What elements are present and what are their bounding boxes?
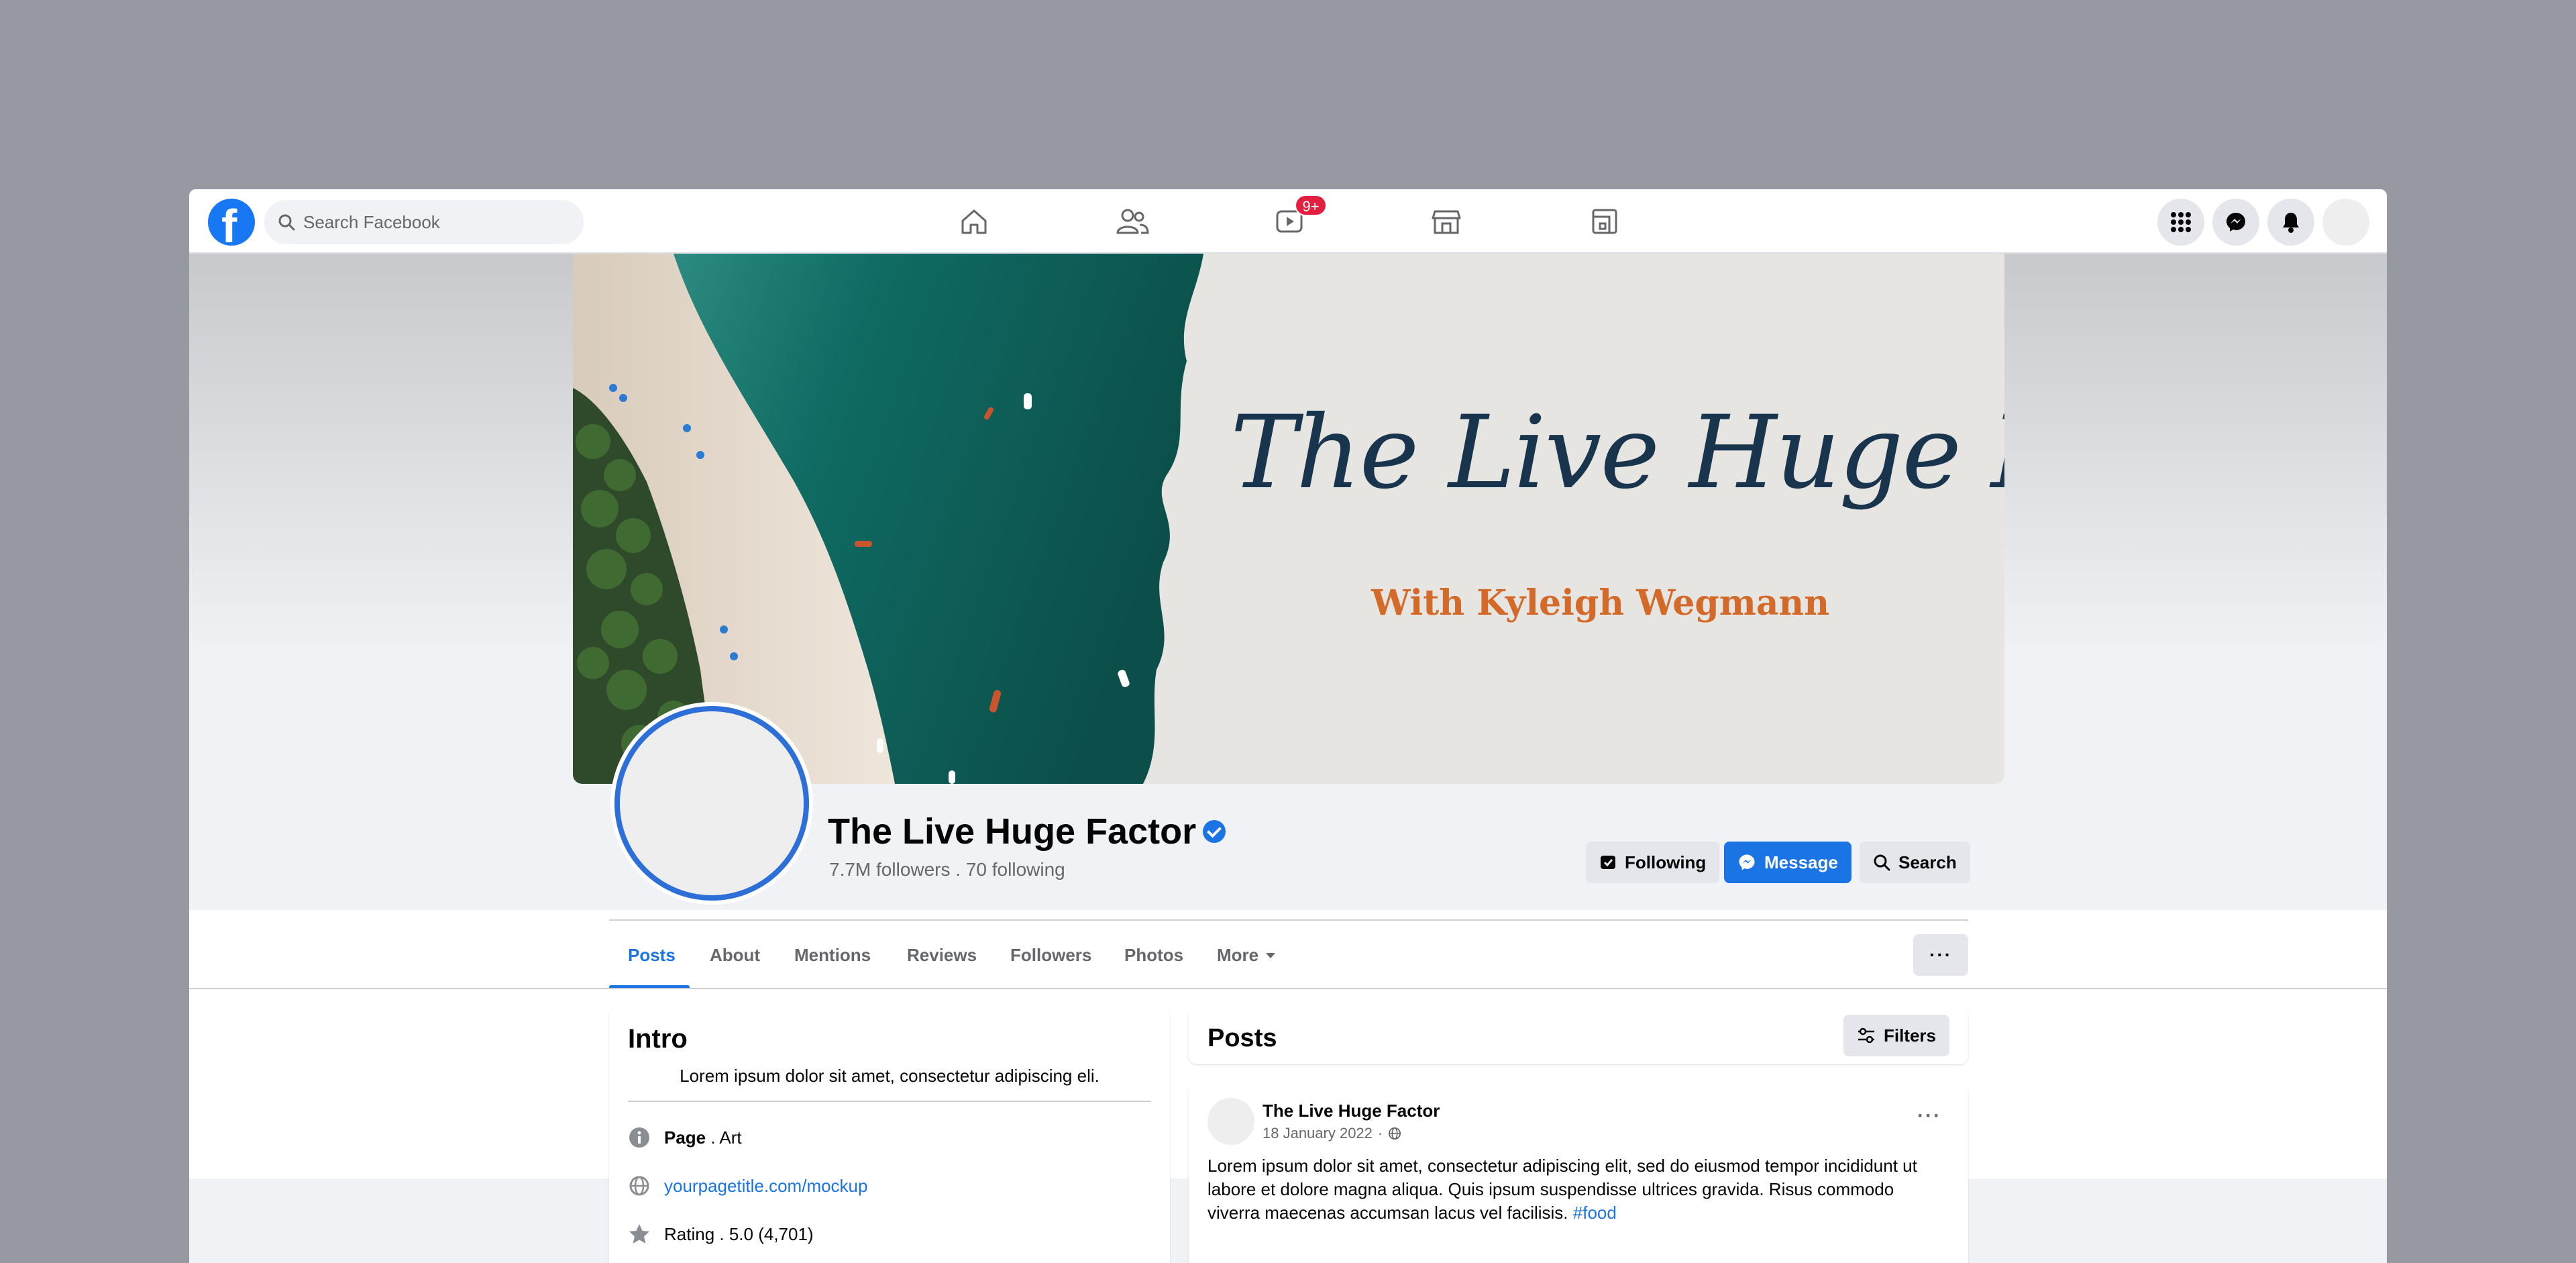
page-category: . Art bbox=[706, 1127, 742, 1148]
filters-icon bbox=[1858, 1027, 1874, 1044]
notifications-icon[interactable] bbox=[2267, 199, 2314, 246]
post-date[interactable]: 18 January 2022 bbox=[1263, 1125, 1373, 1142]
tab-more-label: More bbox=[1217, 945, 1259, 965]
verified-badge-icon bbox=[1203, 820, 1226, 843]
more-options-button[interactable]: ··· bbox=[1913, 934, 1968, 976]
tab-photos[interactable]: Photos bbox=[1124, 945, 1183, 966]
page-name-text: The Live Huge Factor bbox=[828, 811, 1197, 852]
filters-button[interactable]: Filters bbox=[1843, 1015, 1949, 1056]
following-check-icon bbox=[1601, 856, 1615, 869]
message-button[interactable]: Message bbox=[1724, 842, 1851, 883]
watch-notification-badge: 9+ bbox=[1295, 195, 1327, 216]
cover-title: The Live Huge Factor bbox=[1230, 395, 2004, 511]
top-navigation-bar: f 9+ bbox=[189, 189, 2387, 254]
public-globe-icon bbox=[1389, 1127, 1401, 1140]
following-button[interactable]: Following bbox=[1586, 842, 1720, 883]
page-search-button[interactable]: Search bbox=[1860, 842, 1970, 883]
rating-row: Rating . 5.0 (4,701) bbox=[628, 1223, 814, 1246]
search-box[interactable] bbox=[264, 200, 584, 244]
page-category-row: Page . Art bbox=[628, 1126, 742, 1149]
cover-subtitle: With Kyleigh Wegmann bbox=[1371, 583, 1830, 623]
posts-title: Posts bbox=[1208, 1024, 1277, 1052]
search-icon bbox=[278, 214, 295, 231]
beach-aerial-image bbox=[573, 254, 2004, 784]
post-author-avatar[interactable] bbox=[1208, 1098, 1254, 1145]
post-text: Lorem ipsum dolor sit amet, consectetur … bbox=[1208, 1156, 1917, 1223]
post-body: Lorem ipsum dolor sit amet, consectetur … bbox=[1208, 1154, 1945, 1225]
intro-divider bbox=[628, 1101, 1151, 1102]
search-icon bbox=[1874, 854, 1890, 871]
tab-about[interactable]: About bbox=[710, 945, 760, 966]
tab-more[interactable]: More bbox=[1217, 945, 1276, 966]
website-link[interactable]: yourpagetitle.com/mockup bbox=[664, 1176, 867, 1197]
intro-title: Intro bbox=[628, 1024, 688, 1054]
header-bottom-border bbox=[189, 988, 2387, 989]
post-author[interactable]: The Live Huge Factor bbox=[1263, 1101, 1440, 1121]
star-icon bbox=[628, 1223, 651, 1246]
tab-followers[interactable]: Followers bbox=[1010, 945, 1091, 966]
header-divider bbox=[609, 919, 1968, 921]
facebook-logo-icon[interactable]: f bbox=[208, 199, 255, 246]
posts-header-card: Posts Filters bbox=[1189, 1008, 1968, 1064]
tab-posts[interactable]: Posts bbox=[628, 945, 676, 966]
filters-label: Filters bbox=[1883, 1025, 1936, 1046]
info-icon bbox=[628, 1126, 651, 1149]
follower-stats: 7.7M followers . 70 following bbox=[829, 859, 1065, 880]
website-row: yourpagetitle.com/mockup bbox=[628, 1174, 867, 1197]
gaming-icon[interactable] bbox=[1586, 203, 1623, 240]
page-name: The Live Huge Factor bbox=[828, 811, 1226, 852]
post-date-separator: · bbox=[1377, 1125, 1383, 1142]
intro-card: Intro Lorem ipsum dolor sit amet, consec… bbox=[609, 1008, 1170, 1263]
search-label: Search bbox=[1898, 852, 1957, 872]
rating-text: Rating . 5.0 (4,701) bbox=[664, 1223, 814, 1244]
account-avatar[interactable] bbox=[2322, 199, 2369, 246]
cover-photo[interactable]: The Live Huge Factor With Kyleigh Wegman… bbox=[573, 254, 2004, 784]
menu-grid-icon[interactable] bbox=[2157, 199, 2204, 246]
messenger-icon[interactable] bbox=[2212, 199, 2259, 246]
post-hashtag[interactable]: #food bbox=[1573, 1203, 1617, 1223]
following-label: Following bbox=[1625, 852, 1707, 872]
tab-mentions[interactable]: Mentions bbox=[794, 945, 871, 966]
tab-reviews[interactable]: Reviews bbox=[907, 945, 977, 966]
facebook-window: f 9+ bbox=[189, 189, 2387, 1263]
friends-icon[interactable] bbox=[1114, 203, 1151, 240]
intro-bio: Lorem ipsum dolor sit amet, consectetur … bbox=[680, 1066, 1099, 1086]
home-icon[interactable] bbox=[955, 203, 993, 240]
messenger-icon bbox=[1739, 854, 1755, 870]
marketplace-icon[interactable] bbox=[1428, 203, 1465, 240]
post-options-button[interactable]: ··· bbox=[1917, 1105, 1941, 1127]
caret-down-icon bbox=[1266, 952, 1276, 958]
page-label: Page bbox=[664, 1127, 706, 1148]
profile-avatar[interactable] bbox=[614, 706, 809, 901]
message-label: Message bbox=[1764, 852, 1838, 872]
globe-icon bbox=[628, 1174, 651, 1197]
search-input[interactable] bbox=[303, 200, 572, 244]
post-meta: 18 January 2022 · bbox=[1263, 1125, 1401, 1142]
post-card: The Live Huge Factor 18 January 2022 · ·… bbox=[1189, 1084, 1968, 1263]
